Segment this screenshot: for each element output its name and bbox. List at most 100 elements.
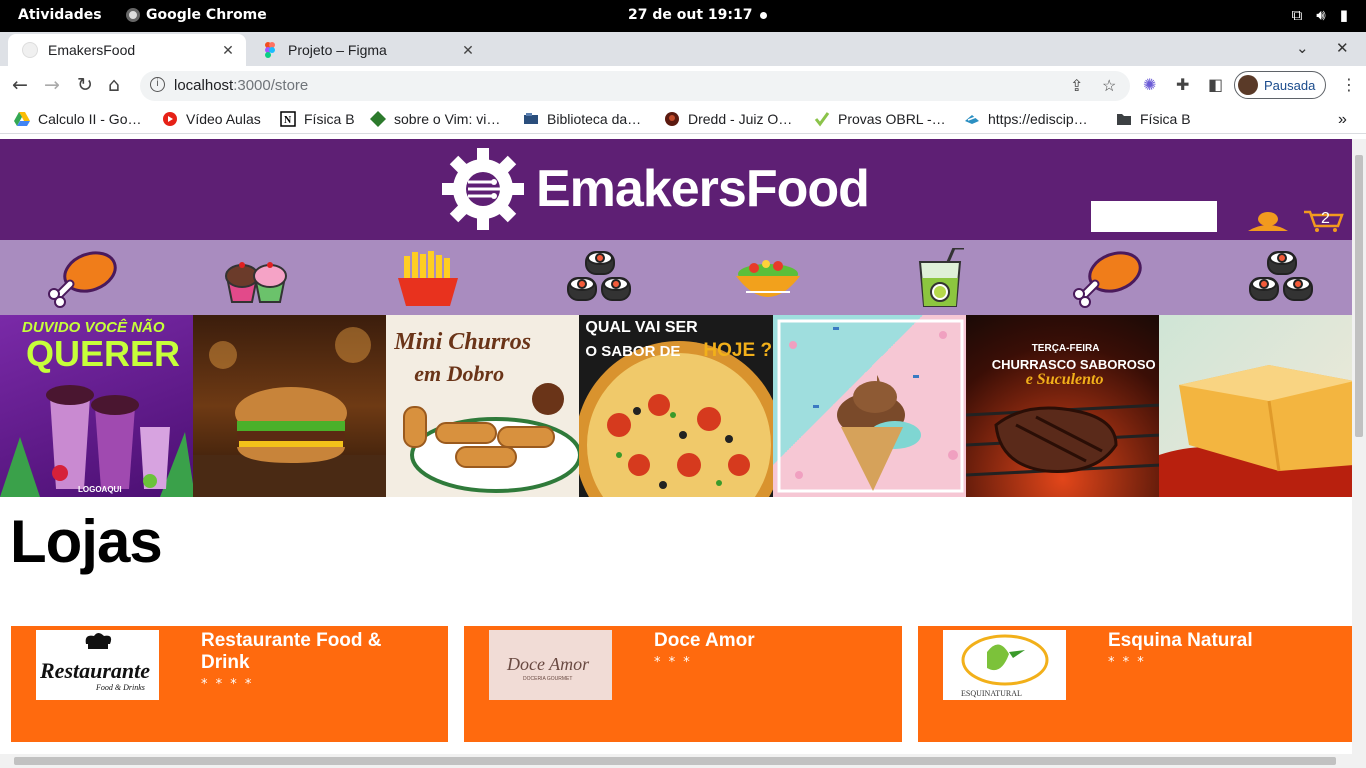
store-card[interactable]: Restaurante Food & Drinks Restaurante Fo…: [11, 626, 448, 742]
library-icon: [523, 111, 539, 127]
gear-logo-icon: [442, 148, 524, 230]
juice-icon[interactable]: [904, 248, 976, 308]
movie-icon: [664, 111, 680, 127]
tab-figma[interactable]: Projeto – Figma ✕: [248, 34, 486, 66]
salad-icon[interactable]: [732, 248, 804, 308]
store-card[interactable]: ESQUINATURAL Esquina Natural * * *: [918, 626, 1352, 742]
store-logo-subtext: DOCERIA GOURMET: [523, 676, 572, 682]
profile-button[interactable]: Pausada: [1234, 71, 1326, 99]
store-card[interactable]: Doce Amor DOCERIA GOURMET Doce Amor * * …: [464, 626, 902, 742]
network-icon: ⧉: [1291, 6, 1303, 24]
store-rating: * * *: [1108, 655, 1146, 670]
sushi-icon[interactable]: [1246, 248, 1318, 308]
cupcakes-icon[interactable]: [220, 248, 292, 308]
bookmark-label: Física B: [1140, 111, 1191, 127]
icecream-image: [777, 319, 964, 493]
pudding-banner[interactable]: [1158, 315, 1352, 497]
activities-button[interactable]: Atividades: [18, 7, 102, 23]
page-viewport: EmakersFood 2 DUVIDO VOCÊ NÃO QUERER LOG…: [0, 139, 1352, 754]
acai-banner[interactable]: DUVIDO VOCÊ NÃO QUERER LOGOAQUI: [0, 315, 194, 497]
home-icon[interactable]: ⌂: [108, 74, 120, 96]
category-bar: [0, 240, 1352, 315]
store-name[interactable]: Doce Amor * * *: [654, 630, 844, 674]
close-tab-icon[interactable]: ✕: [216, 42, 240, 59]
store-rating: * * *: [654, 655, 692, 670]
edisciplinas-icon: [964, 111, 980, 127]
pizza-banner[interactable]: QUAL VAI SER O SABOR DE HOJE ?: [579, 315, 773, 497]
store-logo: Restaurante Food & Drinks: [36, 630, 159, 700]
bookmark-item[interactable]: https://ediscip…: [964, 111, 1088, 127]
extension-gear-icon[interactable]: ✺: [1143, 75, 1156, 94]
volume-icon: 🔊︎: [1316, 6, 1326, 24]
system-top-bar: Atividades Google Chrome 27 de out 19:17…: [0, 0, 1366, 32]
share-icon[interactable]: ⇪: [1070, 76, 1083, 96]
site-info-icon[interactable]: i: [150, 77, 165, 92]
tab-title: EmakersFood: [48, 42, 136, 58]
google-drive-icon: [14, 111, 30, 127]
side-panel-icon[interactable]: ◧: [1208, 75, 1223, 94]
clock[interactable]: 27 de out 19:17: [628, 7, 752, 23]
user-icon[interactable]: [1246, 211, 1290, 233]
figma-icon: [262, 42, 278, 58]
store-name[interactable]: Restaurante Food & Drink * * * *: [201, 630, 391, 696]
bookmark-item[interactable]: Dredd - Juiz O…: [664, 111, 792, 127]
bookmark-label: https://ediscip…: [988, 111, 1088, 127]
search-input[interactable]: [1091, 201, 1217, 232]
burger-banner[interactable]: [193, 315, 387, 497]
vim-icon: [370, 111, 386, 127]
bookmark-label: Vídeo Aulas: [186, 111, 261, 127]
bookmark-item[interactable]: Física B: [1116, 111, 1191, 127]
store-name-text: Doce Amor: [654, 630, 755, 651]
bookmark-item[interactable]: N Física B: [280, 111, 355, 127]
store-name[interactable]: Esquina Natural * * *: [1108, 630, 1298, 674]
chrome-menu-icon[interactable]: ⋮: [1341, 75, 1357, 94]
back-icon[interactable]: ←: [12, 74, 28, 96]
address-bar[interactable]: i localhost:3000/store ⇪ ☆: [140, 71, 1130, 101]
horizontal-scrollbar[interactable]: [0, 754, 1366, 768]
store-logo: Doce Amor DOCERIA GOURMET: [489, 630, 612, 700]
vertical-scrollbar[interactable]: [1352, 139, 1366, 754]
sushi-icon[interactable]: [564, 248, 636, 308]
close-tab-icon[interactable]: ✕: [456, 42, 480, 59]
promo-banner-strip: DUVIDO VOCÊ NÃO QUERER LOGOAQUI Mini Chu…: [0, 315, 1352, 497]
bookmark-item[interactable]: Provas OBRL -…: [814, 111, 946, 127]
bookmark-label: Biblioteca da…: [547, 111, 642, 127]
forward-icon[interactable]: →: [44, 74, 60, 96]
banner-text: LOGOAQUI: [78, 485, 122, 494]
bookmark-star-icon[interactable]: ☆: [1102, 76, 1116, 96]
bookmark-item[interactable]: Biblioteca da…: [523, 111, 641, 127]
fries-icon[interactable]: [392, 248, 464, 308]
system-tray[interactable]: ⧉ 🔊︎ ▮: [1292, 6, 1348, 24]
url-text[interactable]: localhost:3000/store: [174, 77, 308, 94]
url-host: localhost: [174, 77, 234, 94]
extensions-puzzle-icon[interactable]: ✚: [1176, 75, 1189, 94]
chicken-leg-icon[interactable]: [48, 248, 120, 308]
brand-name: EmakersFood: [536, 160, 870, 218]
site-logo[interactable]: EmakersFood: [442, 148, 870, 230]
bookmark-item[interactable]: Vídeo Aulas: [162, 111, 261, 127]
bookmark-item[interactable]: Calculo II - Go…: [14, 111, 141, 127]
app-menu[interactable]: Google Chrome: [126, 7, 267, 23]
tab-search-chevron-icon[interactable]: ⌄: [1296, 39, 1309, 57]
chicken-leg-icon[interactable]: [1073, 248, 1145, 308]
reload-icon[interactable]: ↻: [77, 74, 93, 96]
banner-text: HOJE ?: [703, 340, 773, 361]
banner-text: QUAL VAI SER: [585, 319, 698, 336]
bookmark-item[interactable]: sobre o Vim: vi…: [370, 111, 500, 127]
battery-icon: ▮: [1339, 6, 1348, 24]
bbq-banner[interactable]: TERÇA-FEIRA CHURRASCO SABOROSO e Suculen…: [965, 315, 1159, 497]
icecream-banner[interactable]: [772, 315, 966, 497]
scrollbar-thumb[interactable]: [1355, 155, 1363, 437]
cart-count-badge: 2: [1321, 210, 1330, 227]
close-window-icon[interactable]: ✕: [1336, 39, 1349, 57]
bookmarks-bar: Calculo II - Go… Vídeo Aulas N Física B s…: [0, 106, 1366, 134]
scrollbar-thumb[interactable]: [14, 757, 1336, 765]
app-name: Google Chrome: [146, 7, 267, 23]
churros-banner[interactable]: Mini Churros em Dobro: [386, 315, 580, 497]
store-rating: * * * *: [201, 677, 254, 692]
tab-emakersfood[interactable]: EmakersFood ✕: [8, 34, 246, 66]
banner-text: O SABOR DE: [585, 343, 681, 360]
tab-strip: EmakersFood ✕ Projeto – Figma ✕ + ⌄ ✕: [0, 32, 1366, 93]
more-bookmarks-icon[interactable]: »: [1338, 111, 1347, 129]
notification-dot: [760, 12, 767, 19]
